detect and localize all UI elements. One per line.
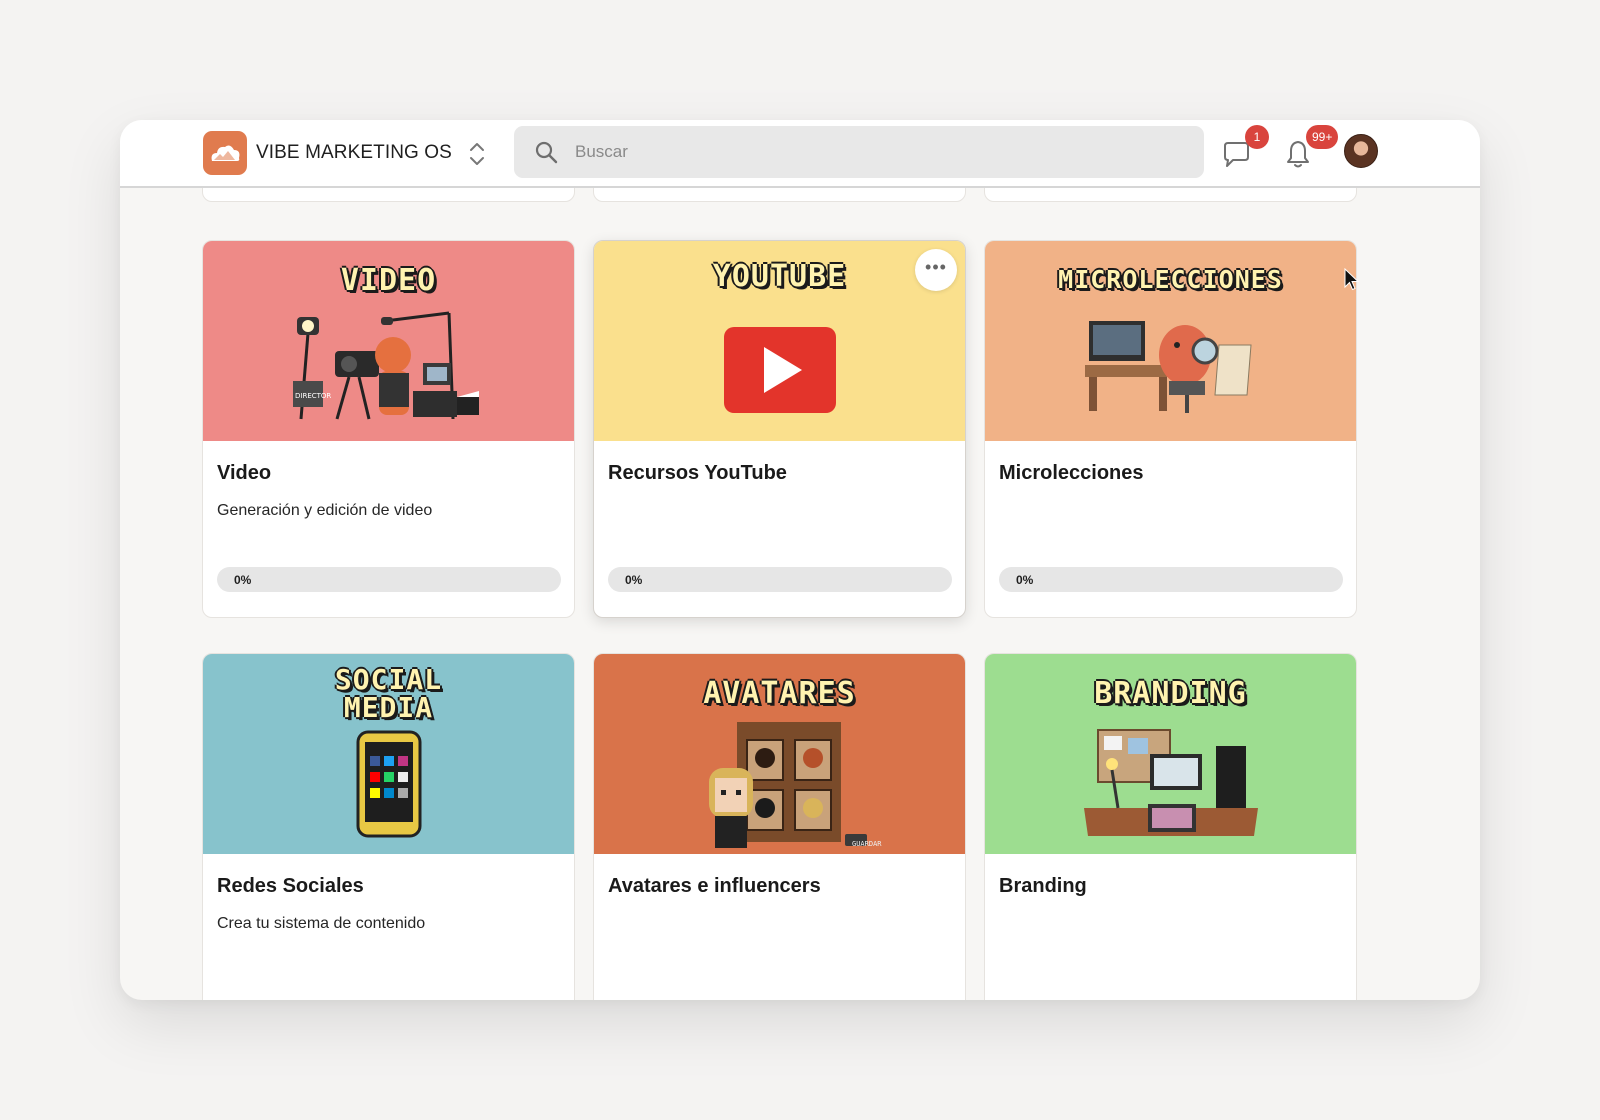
search-input[interactable]: Buscar: [514, 126, 1204, 178]
banner-title: AVATARES: [703, 676, 856, 711]
course-card-branding[interactable]: BRANDING Branding: [984, 653, 1357, 1000]
progress-bar: 0%: [608, 567, 952, 592]
course-title: Avatares e influencers: [608, 875, 821, 897]
course-card-video[interactable]: VIDEO DIRECTOR Video Generación y edició…: [202, 240, 575, 618]
progress-label: 0%: [625, 573, 643, 587]
mouse-cursor-icon: [1344, 268, 1360, 291]
banner-title: YOUTUBE: [712, 259, 847, 294]
progress-label: 0%: [234, 573, 252, 587]
banner-caption: GUARDAR: [852, 840, 882, 848]
banner-title: BRANDING: [1094, 676, 1247, 711]
course-banner: VIDEO DIRECTOR: [203, 241, 574, 441]
youtube-play-icon: [723, 327, 836, 413]
progress-label: 0%: [1016, 573, 1034, 587]
banner-title: MICROLECCIONES: [1058, 265, 1283, 294]
course-card-avatares[interactable]: AVATARES GUARDAR Avatares e influencers: [593, 653, 966, 1000]
svg-text:DIRECTOR: DIRECTOR: [295, 392, 331, 400]
progress-bar: 0%: [999, 567, 1343, 592]
search-icon: [535, 141, 558, 164]
smartphone-apps-icon: [356, 730, 421, 838]
top-bar: VIBE MARKETING OS Buscar 1 99+: [120, 120, 1480, 188]
more-options-button[interactable]: •••: [915, 249, 957, 291]
messages-badge: 1: [1245, 125, 1269, 149]
course-card-youtube[interactable]: YOUTUBE ••• Recursos YouTube 0%: [593, 240, 966, 618]
film-crew-icon: DIRECTOR: [292, 311, 479, 420]
workspace-switcher-icon[interactable]: [466, 140, 488, 168]
course-banner: AVATARES GUARDAR: [594, 654, 965, 854]
course-banner: SOCIAL MEDIA: [203, 654, 574, 854]
search-placeholder: Buscar: [575, 142, 628, 161]
course-banner: BRANDING: [985, 654, 1356, 854]
course-description: Generación y edición de video: [217, 502, 433, 519]
course-banner: YOUTUBE •••: [594, 241, 965, 441]
avatar-portraits-icon: [708, 722, 867, 848]
cloud-logo-icon: [211, 145, 240, 161]
course-title: Video: [217, 462, 272, 484]
progress-bar: 0%: [217, 567, 561, 592]
banner-title: SOCIAL MEDIA: [203, 666, 574, 722]
banner-title: VIDEO: [340, 263, 437, 298]
course-banner: MICROLECCIONES: [985, 241, 1356, 441]
user-avatar[interactable]: [1344, 134, 1378, 168]
design-desk-icon: [1083, 729, 1258, 836]
notifications-badge: 99+: [1306, 125, 1339, 149]
course-title: Recursos YouTube: [608, 462, 787, 484]
messages-icon[interactable]: [1221, 140, 1251, 170]
course-title: Branding: [999, 875, 1087, 897]
course-card-redes-sociales[interactable]: SOCIAL MEDIA Redes Sociales Crea tu sist…: [202, 653, 575, 1000]
app-name: VIBE MARKETING OS: [256, 142, 452, 163]
desk-character-icon: [1084, 321, 1252, 413]
course-title: Microlecciones: [999, 462, 1144, 484]
banner-title-line: MEDIA: [343, 691, 434, 724]
course-description: Crea tu sistema de contenido: [217, 915, 426, 932]
app-window: VIBE MARKETING OS Buscar 1 99+ VIDEO DIR…: [120, 120, 1480, 1000]
app-logo[interactable]: [203, 131, 247, 175]
banner-title-line: SOCIAL: [334, 663, 443, 696]
course-card-microlecciones[interactable]: MICROLECCIONES Microlecciones 0%: [984, 240, 1357, 618]
course-title: Redes Sociales: [217, 875, 364, 897]
